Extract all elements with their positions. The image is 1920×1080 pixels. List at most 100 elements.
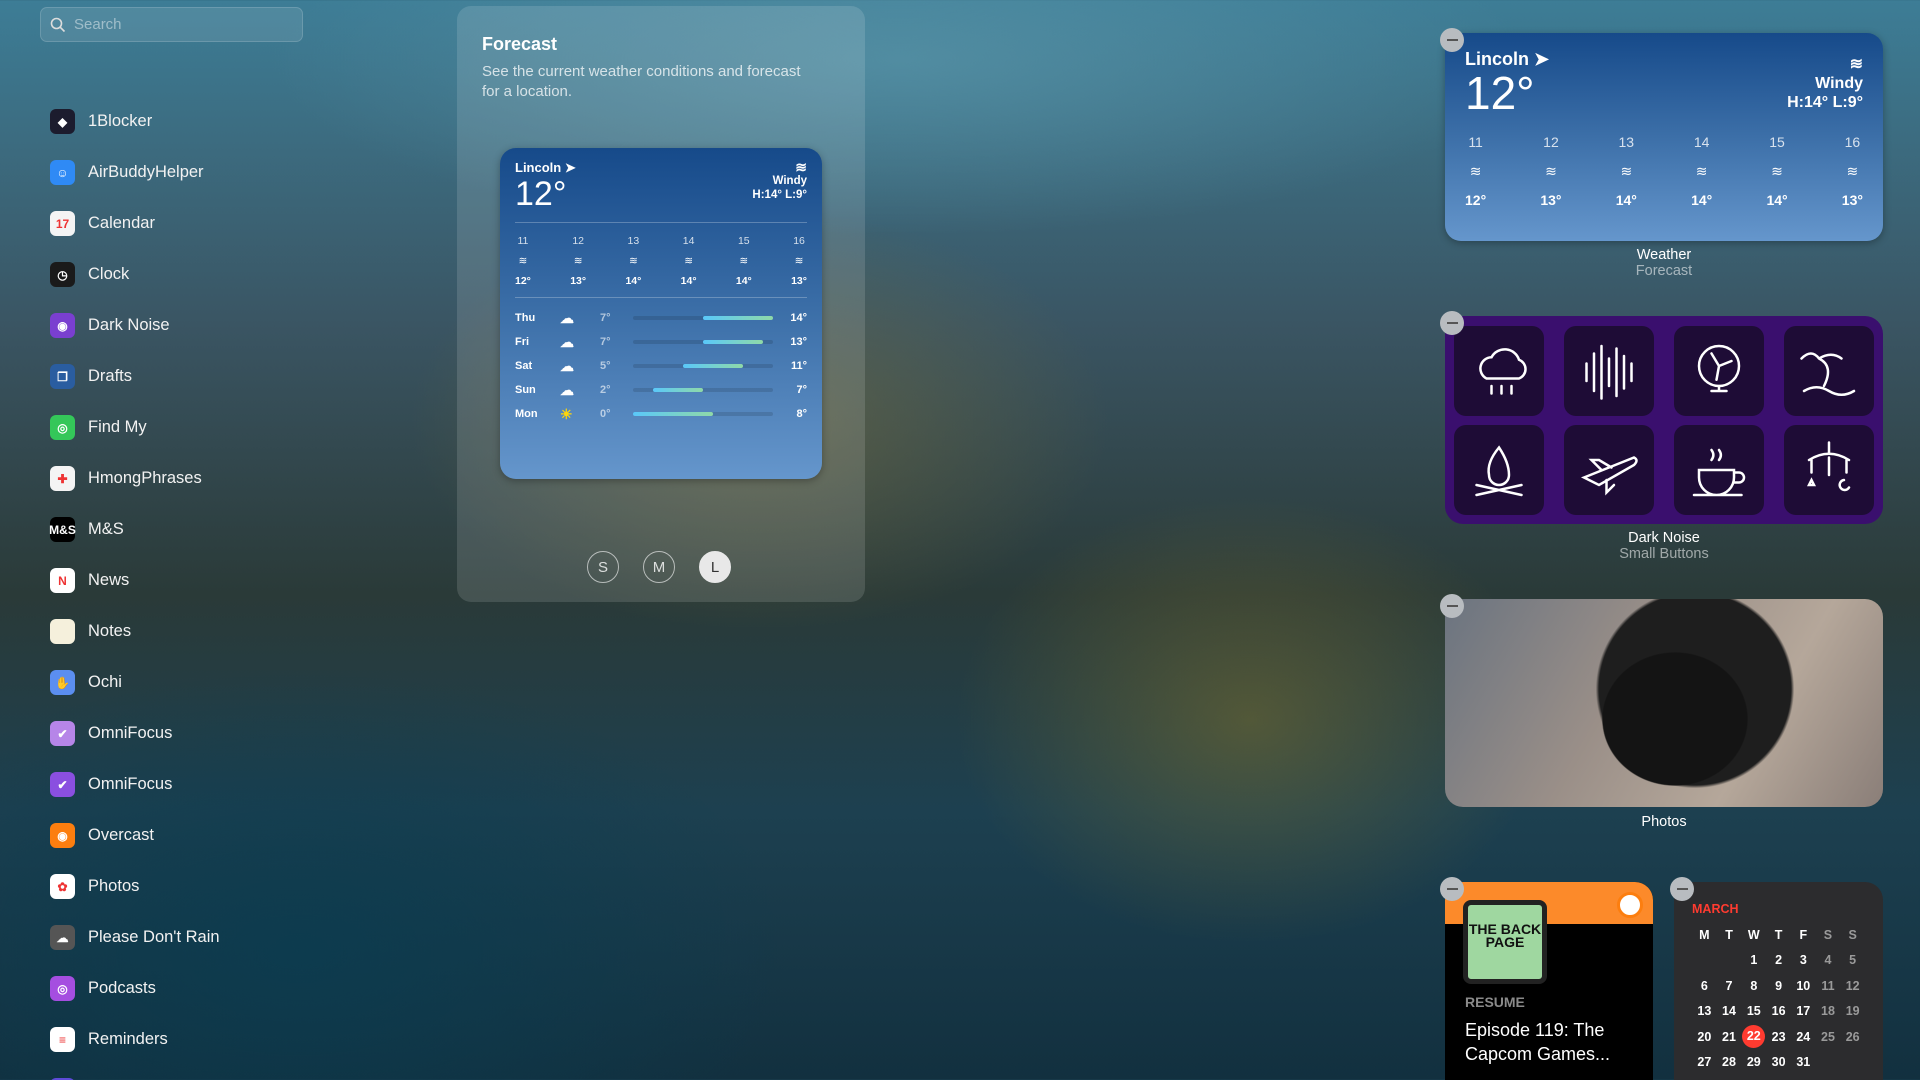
resume-label: RESUME: [1465, 994, 1525, 1010]
wind-icon: ≋: [794, 255, 804, 267]
hourly-item: 12 ≋ 13°: [1540, 128, 1561, 215]
photos-icon: ✿: [50, 874, 75, 899]
calendar-widget[interactable]: MARCH M T W T F S S 1 2 3 4 5 6 7 8 9 10 11 12 13 14 15 16 17 18…: [1674, 882, 1883, 1080]
location-name: Lincoln: [1465, 49, 1529, 69]
sound-button[interactable]: [1784, 326, 1874, 416]
hour-label: 11: [517, 235, 529, 247]
wind-icon: ≋: [1469, 163, 1482, 179]
size-button-s[interactable]: S: [587, 551, 619, 583]
calendar-day: 7: [1725, 978, 1733, 993]
app-item[interactable]: M&S M&S: [49, 504, 220, 555]
app-item[interactable]: ≡ Reminders: [50, 1014, 220, 1065]
app-item[interactable]: 17 Calendar: [50, 198, 220, 249]
hourly-item: 15 ≋ 14°: [1766, 128, 1787, 215]
today-date: 22: [1741, 1024, 1766, 1050]
app-label: Notes: [88, 622, 132, 640]
calendar-day: 12: [1845, 978, 1860, 993]
remove-widget-button[interactable]: [1670, 877, 1694, 901]
calendar-icon: 17: [50, 211, 75, 236]
sound-button[interactable]: [1674, 425, 1764, 515]
remove-widget-button[interactable]: [1440, 311, 1464, 335]
hand-icon: ✋: [50, 670, 75, 695]
app-item[interactable]: ✚ HmongPhrases: [50, 453, 220, 504]
weather-widget-preview-large[interactable]: Lincoln ➤ 12° ≋ Windy H:14° L:9° 11 ≋ 12° 12 ≋…: [500, 148, 822, 479]
hour-temp: 13°: [1540, 192, 1562, 208]
weather-widget[interactable]: Lincoln ➤ 12° ≋ Windy H:14° L:9° 11 ≋ 12° 12 ≋…: [1445, 33, 1883, 241]
calendar-day: 2: [1775, 953, 1783, 968]
app-item[interactable]: ◎ Find My: [50, 402, 220, 453]
mobile-icon: [1806, 441, 1851, 492]
hour-temp: 14°: [1766, 192, 1788, 208]
hour-label: 13: [627, 235, 640, 247]
wind-icon: ≋: [518, 255, 528, 267]
remove-widget-button[interactable]: [1440, 28, 1464, 52]
low-temp: 7°: [600, 336, 611, 348]
calendar-day: 28: [1722, 1055, 1736, 1070]
dark-noise-widget: [1445, 316, 1883, 524]
weekday-label: W: [1747, 927, 1760, 942]
checkmark-icon: ✔: [50, 772, 75, 797]
sound-button[interactable]: [1454, 326, 1544, 416]
temp-range-bar: [633, 388, 773, 392]
temp-range-bar: [633, 412, 773, 416]
size-button-l[interactable]: L: [699, 551, 731, 583]
sound-button[interactable]: [1564, 425, 1654, 515]
fan-icon: [1697, 344, 1741, 393]
app-item[interactable]: ⌛Screen Time: [50, 1065, 220, 1080]
app-item[interactable]: ◉ Dark Noise: [50, 300, 220, 351]
search-input[interactable]: [74, 16, 274, 33]
app-item[interactable]: ☺ AirBuddyHelper: [50, 147, 220, 198]
condition: Windy: [772, 175, 807, 187]
app-item[interactable]: ✋ Ochi: [50, 657, 220, 708]
calendar-day: 27: [1697, 1055, 1712, 1070]
calendar-day: 21: [1722, 1029, 1736, 1044]
week-row: 1 2 3 4 5: [1692, 948, 1865, 974]
remove-widget-button[interactable]: [1440, 594, 1464, 618]
calendar-day: 5: [1849, 953, 1857, 968]
location-arrow-icon: ➤: [564, 160, 576, 175]
app-item[interactable]: ◉ Overcast: [50, 810, 220, 861]
app-item[interactable]: ✔ OmniFocus: [50, 759, 220, 810]
temp-range-fill: [703, 340, 763, 344]
island-icon: [1800, 352, 1856, 396]
sound-button[interactable]: [1784, 425, 1874, 515]
wind-icon: ≋: [795, 159, 807, 175]
condition: Windy: [1815, 75, 1863, 92]
overcast-widget[interactable]: THE BACK PAGE RESUME Episode 119: The Ca…: [1445, 882, 1653, 1080]
hour-temp: 13°: [1841, 192, 1863, 208]
calendar-day: 26: [1845, 1029, 1860, 1044]
app-item[interactable]: N News: [50, 555, 220, 606]
app-item[interactable]: Notes: [50, 606, 220, 657]
calendar-day: 6: [1700, 978, 1708, 993]
wind-icon: ≋: [1771, 163, 1783, 179]
photos-widget[interactable]: [1445, 599, 1883, 807]
app-label: Clock: [88, 265, 130, 283]
app-item[interactable]: ◆ 1Blocker: [50, 96, 220, 147]
app-item[interactable]: ✔ OmniFocus: [50, 708, 220, 759]
sound-button[interactable]: [1564, 326, 1654, 416]
calendar-day: 18: [1821, 1004, 1835, 1019]
widget-label: Photos: [1641, 814, 1687, 830]
app-item[interactable]: ✿ Photos: [50, 861, 220, 912]
wind-icon: ≋: [1620, 163, 1633, 179]
calendar-day: [1840, 1050, 1865, 1076]
hourly-item: 11 ≋ 12°: [515, 231, 531, 291]
calendar-day: 31: [1796, 1055, 1811, 1070]
app-item[interactable]: ◷ Clock: [50, 249, 220, 300]
remove-widget-button[interactable]: [1440, 877, 1464, 901]
app-item[interactable]: ☁ Please Don't Rain: [50, 912, 220, 963]
hourly-item: 14 ≋ 14°: [681, 231, 697, 291]
app-item[interactable]: ◎ Podcasts: [50, 963, 220, 1014]
widget-label: Dark Noise Small Buttons: [1619, 530, 1709, 562]
hour-temp: 14°: [735, 275, 752, 287]
calendar-day: 30: [1771, 1055, 1786, 1070]
widget-gallery-panel: Forecast See the current weather conditi…: [457, 6, 865, 602]
app-item[interactable]: ❐ Drafts: [50, 351, 220, 402]
sound-button[interactable]: [1674, 326, 1764, 416]
calendar-day: 23: [1771, 1029, 1786, 1044]
size-button-m[interactable]: M: [643, 551, 675, 583]
search-field[interactable]: [40, 7, 303, 42]
sun-icon: ☀: [560, 405, 573, 422]
hour-temp: 14°: [680, 275, 697, 287]
sound-button[interactable]: [1454, 425, 1544, 515]
